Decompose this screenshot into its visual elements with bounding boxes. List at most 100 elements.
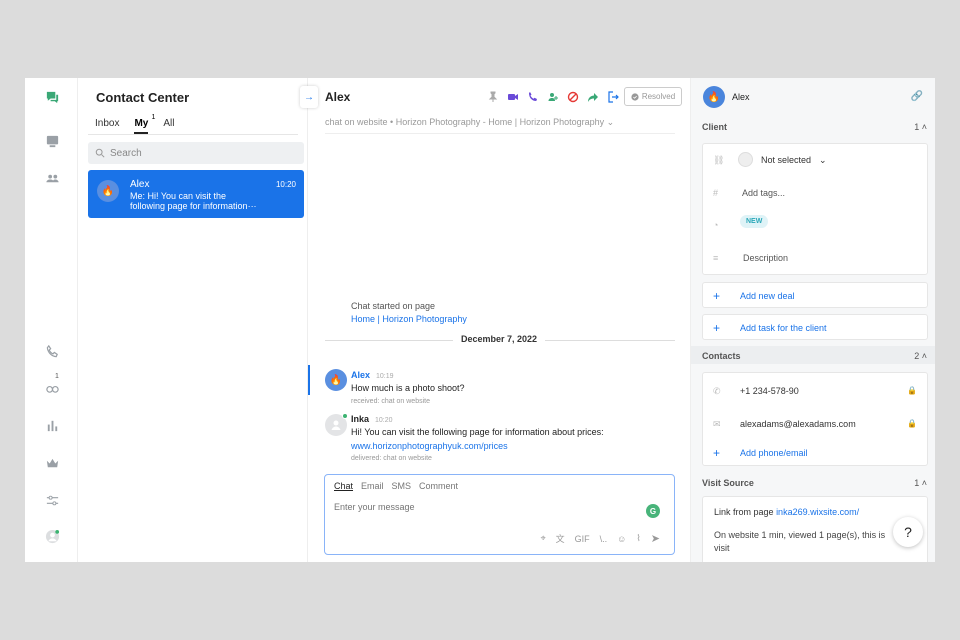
composer-tab-comment[interactable]: Comment xyxy=(419,481,458,491)
chat-bubbles-icon[interactable] xyxy=(41,86,63,108)
message-highlight-bar xyxy=(308,365,310,395)
chat-subtitle-text: chat on website • Horizon Photography - … xyxy=(325,117,605,127)
composer-tabs: Chat Email SMS Comment xyxy=(334,481,458,491)
dog-icon[interactable]: 1 xyxy=(41,373,63,398)
conversation-time: 10:20 xyxy=(275,180,296,189)
nav-rail: 1 xyxy=(25,78,78,562)
message-time: 10:20 xyxy=(375,417,393,424)
contacts-section-toggle[interactable]: 2 ˄ xyxy=(914,351,927,361)
monitor-icon[interactable] xyxy=(41,130,63,152)
tab-inbox[interactable]: Inbox xyxy=(95,118,119,132)
add-task-button[interactable]: + Add task for the client xyxy=(702,314,928,340)
flame-icon: 🔥 xyxy=(329,374,343,386)
chevron-up-icon: ˄ xyxy=(921,122,927,132)
grammar-icon[interactable]: G xyxy=(646,504,660,518)
agent-avatar xyxy=(325,413,348,436)
client-count: 1 xyxy=(914,122,920,132)
mail-icon: ✉ xyxy=(713,419,721,429)
flame-icon: 🔥 xyxy=(101,185,115,197)
help-button[interactable]: ? xyxy=(893,517,923,547)
tab-my[interactable]: My 1 xyxy=(134,114,155,134)
visit-section-toggle[interactable]: 1 ˄ xyxy=(914,478,927,488)
chevron-down-icon: ⌄ xyxy=(819,155,827,165)
block-icon[interactable] xyxy=(566,90,580,104)
video-icon[interactable] xyxy=(506,90,520,104)
add-deal-button[interactable]: + Add new deal xyxy=(702,282,928,308)
message-link[interactable]: www.horizonphotographyuk.com/prices xyxy=(351,441,508,451)
list-tabs: Inbox My 1 All xyxy=(95,114,175,134)
tab-all[interactable]: All xyxy=(163,118,174,132)
crosshair-icon[interactable]: ⌖ xyxy=(541,533,546,544)
exit-icon[interactable] xyxy=(606,90,620,104)
contact-name: Alex xyxy=(732,92,750,102)
message-status: received: chat on website xyxy=(351,398,430,405)
chat-subtitle[interactable]: chat on website • Horizon Photography - … xyxy=(325,117,614,128)
message-input[interactable] xyxy=(334,502,624,512)
client-section-label: Client xyxy=(702,122,728,132)
contacts-section-label: Contacts xyxy=(702,351,741,361)
client-card: ⛓ Not selected ⌄ # Add tags... ◔ NEW ≡ D… xyxy=(702,143,928,275)
people-icon[interactable] xyxy=(41,167,63,189)
emoji-icon[interactable]: ☺ xyxy=(617,534,626,544)
chat-title: Alex xyxy=(325,90,351,104)
send-icon[interactable]: ➤ xyxy=(651,532,660,545)
add-deal-label: Add new deal xyxy=(740,291,795,301)
sliders-icon[interactable] xyxy=(41,489,63,511)
status-badge[interactable]: NEW xyxy=(740,215,769,228)
gif-button[interactable]: GIF xyxy=(575,534,590,544)
search-box[interactable]: Search xyxy=(88,142,304,164)
visit-link[interactable]: inka269.wixsite.com/ xyxy=(776,507,859,517)
forward-icon[interactable] xyxy=(586,90,600,104)
chat-actions xyxy=(486,90,620,104)
lines-icon: ≡ xyxy=(713,253,719,263)
resolved-label: Resolved xyxy=(641,92,676,101)
check-circle-icon xyxy=(631,92,639,101)
search-input[interactable]: Search xyxy=(110,148,142,159)
chat-panel: → Alex Resolved chat on website • Horizo… xyxy=(300,78,691,562)
user-avatar-icon[interactable] xyxy=(41,525,63,547)
quick-reply-button[interactable]: \.. xyxy=(600,534,608,544)
visit-link-prefix: Link from page xyxy=(714,507,774,517)
add-tags-input[interactable]: Add tags... xyxy=(742,188,785,198)
composer-tab-email[interactable]: Email xyxy=(361,481,384,491)
tab-my-label: My xyxy=(134,118,149,129)
assignee-value: Not selected xyxy=(761,155,812,165)
message-author: Inka 10:20 xyxy=(351,414,393,424)
link-icon[interactable]: 🔗 xyxy=(911,91,923,102)
chat-started-text: Chat started on page xyxy=(351,301,436,311)
arrow-right-icon[interactable]: → xyxy=(300,86,318,108)
phone-value: +1 234-578-90 xyxy=(740,386,799,396)
bar-chart-icon[interactable] xyxy=(41,414,63,436)
user-icon xyxy=(738,152,753,167)
phone-call-icon[interactable] xyxy=(526,90,540,104)
phone-icon[interactable] xyxy=(41,340,63,362)
pie-icon: ◔ xyxy=(713,220,719,230)
phone-icon: ✆ xyxy=(713,386,721,396)
description-input[interactable]: Description xyxy=(743,253,788,263)
app-window: 1 Contact Center Inbox My1 All Search 🔥 xyxy=(25,78,935,562)
client-section-toggle[interactable]: 1 ˄ xyxy=(914,122,927,132)
resolved-button[interactable]: Resolved xyxy=(624,87,682,106)
visit-section-label: Visit Source xyxy=(702,478,754,488)
dog-badge: 1 xyxy=(55,373,59,380)
crown-icon[interactable] xyxy=(41,452,63,474)
tab-my-badge: 1 xyxy=(151,114,156,121)
chat-started-link[interactable]: Home | Horizon Photography xyxy=(351,314,467,324)
attach-icon[interactable]: ⌇ xyxy=(636,533,640,544)
lock-icon: 🔒 xyxy=(907,386,917,395)
transfer-user-icon[interactable] xyxy=(546,90,560,104)
pin-icon[interactable] xyxy=(486,90,500,104)
chevron-down-icon: ⌄ xyxy=(606,117,615,127)
composer-tab-sms[interactable]: SMS xyxy=(392,481,412,491)
lock-icon: 🔒 xyxy=(907,419,917,428)
composer-tab-chat[interactable]: Chat xyxy=(334,481,353,491)
message-composer: Chat Email SMS Comment G ⌖ 文 GIF \.. ☺ ⌇… xyxy=(324,474,675,555)
translate-icon[interactable]: 文 xyxy=(556,532,565,545)
message-time: 10:19 xyxy=(376,373,394,380)
contact-avatar: 🔥 xyxy=(703,86,725,108)
chevron-up-icon: ˄ xyxy=(921,351,927,361)
conversation-item[interactable]: 🔥 Alex 10:20 Me: Hi! You can visit the f… xyxy=(88,170,304,218)
contacts-card: ✆ +1 234-578-90 🔒 ✉ alexadams@alexadams.… xyxy=(702,372,928,466)
user-icon xyxy=(331,420,341,430)
visit-count: 1 xyxy=(914,478,920,488)
